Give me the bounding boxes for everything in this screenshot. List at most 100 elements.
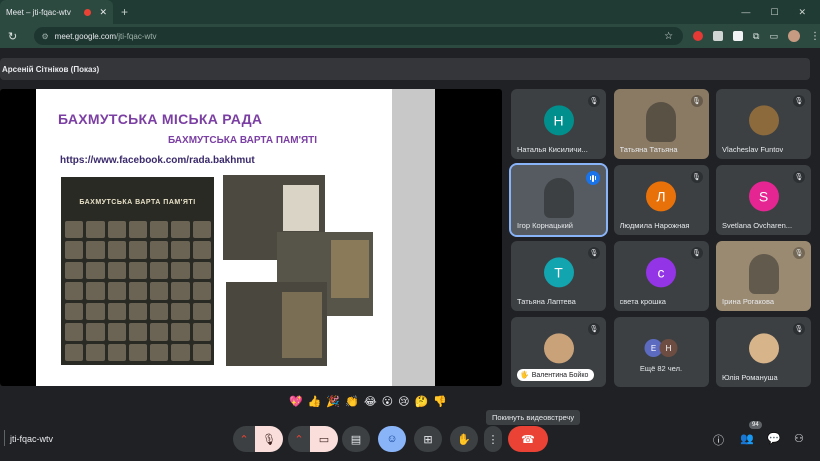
participant-name: Татьяна Лаптева [517, 297, 576, 306]
participant-tile[interactable]: Н 🎙 Наталья Кисиличи... [511, 89, 606, 159]
reaction-emoji[interactable]: 👎 [433, 395, 447, 408]
portrait-thumbnail [171, 221, 190, 239]
extension-icon[interactable] [693, 31, 704, 41]
participant-name: Ірина Рогакова [722, 297, 775, 306]
participant-tile[interactable]: S 🎙 Svetlana Ovcharen... [716, 165, 811, 235]
browser-menu-icon[interactable]: ⋮ [810, 31, 820, 42]
extension-icon[interactable] [713, 31, 724, 41]
leave-call-button[interactable]: ☎ [508, 426, 548, 452]
raise-hand-button[interactable]: ✋ [450, 426, 478, 452]
portrait-thumbnail [192, 343, 211, 361]
site-info-icon[interactable]: ⚙ [42, 32, 49, 41]
participant-tile[interactable]: E Н Ещё 82 чел. [613, 317, 709, 387]
reaction-emoji[interactable]: 👏 [345, 395, 359, 408]
portrait-thumbnail [171, 323, 190, 341]
reaction-emoji[interactable]: 😮 [382, 395, 393, 408]
sidepanel-icon[interactable]: ▭ [769, 31, 778, 42]
new-tab-icon[interactable]: + [121, 5, 128, 19]
participant-video-feed [646, 101, 676, 142]
participant-tile[interactable]: 🎙 Юлія Романуша [716, 317, 811, 387]
portrait-thumbnail [128, 221, 148, 239]
participant-avatar: Н [543, 105, 574, 136]
participant-name: Юлія Романуша [722, 373, 778, 382]
portrait-thumbnail [65, 323, 84, 341]
participant-tile[interactable]: с 🎙 света крошка [613, 241, 709, 311]
portrait-thumbnail [192, 261, 211, 280]
url-host: meet.google.com [54, 31, 117, 41]
recording-indicator-icon [84, 8, 92, 16]
chat-icon[interactable]: 💬 [767, 432, 781, 445]
portrait-thumbnail [150, 343, 169, 361]
participant-video-feed [543, 177, 574, 218]
participant-tile[interactable]: 🎙 Vlacheslav Funtov [716, 89, 811, 159]
reactions-button[interactable]: ☺ [378, 426, 406, 452]
participant-avatar: Т [543, 257, 574, 288]
portrait-thumbnail [107, 323, 126, 341]
minimize-icon[interactable]: — [741, 7, 750, 18]
reaction-emoji[interactable]: 😂 [364, 395, 377, 408]
extensions-puzzle-icon[interactable]: ⧉ [753, 31, 759, 42]
bookmark-star-icon[interactable]: ☆ [664, 31, 673, 42]
portrait-thumbnail [128, 302, 148, 321]
participant-tile[interactable]: Л 🎙 Людмила Нарожная [613, 165, 709, 235]
participant-avatar: Л [646, 181, 676, 212]
profile-avatar-icon[interactable] [788, 30, 800, 42]
portrait-thumbnail [107, 241, 126, 259]
reload-icon[interactable]: ↻ [8, 30, 26, 43]
address-bar-row: ↻ ⚙ meet.google.com /jti-fqac-wtv ☆ ⧉ ▭ … [0, 24, 820, 48]
participant-name: Ещё 82 чел. [639, 364, 683, 373]
poster-banner: БАХМУТСЬКА ВАРТА ПАМ'ЯТІ [79, 199, 196, 206]
portrait-thumbnail [128, 261, 148, 280]
portrait-thumbnail [192, 241, 211, 259]
audio-options-button[interactable]: ⌃ [233, 426, 255, 452]
close-tab-icon[interactable]: ✕ [99, 7, 107, 18]
participant-avatar: Н [659, 339, 678, 357]
emoji-icon: ☺ [386, 433, 398, 445]
portrait-thumbnail [171, 241, 190, 259]
shared-screen[interactable]: БАХМУТСЬКА МІСЬКА РАДА БАХМУТСЬКА ВАРТА … [0, 89, 502, 386]
present-screen-button[interactable]: ⊞ [414, 426, 442, 452]
video-options-button[interactable]: ⌃ [288, 426, 310, 452]
portrait-thumbnail [65, 302, 84, 321]
portrait-thumbnail [128, 343, 148, 361]
participant-photo-avatar [748, 105, 779, 136]
portrait-thumbnail [192, 302, 211, 321]
participants-count-badge: 94 [749, 421, 762, 429]
memorial-poster-image: БАХМУТСЬКА ВАРТА ПАМ'ЯТІ [61, 177, 214, 365]
window-controls: — ☐ ✕ [741, 7, 820, 18]
participant-name: Людмила Нарожная [619, 221, 690, 230]
portrait-thumbnail [86, 241, 105, 259]
reactions-bar: 💖 👍 🎉 👏 😂 😮 😢 🤔 👎 [289, 395, 447, 408]
extension-icon[interactable] [733, 31, 744, 41]
camera-toggle-button[interactable]: ▭ [310, 426, 338, 452]
reaction-emoji[interactable]: 🎉 [326, 395, 340, 408]
more-participants-avatars: EН [644, 339, 678, 357]
close-window-icon[interactable]: ✕ [798, 7, 806, 18]
maximize-icon[interactable]: ☐ [770, 7, 778, 18]
participant-tile[interactable]: 🎙 Ірина Рогакова [716, 241, 811, 311]
captions-button[interactable]: ▤ [342, 426, 370, 452]
browser-tab[interactable]: Meet – jti-fqac-wtv ✕ [0, 0, 113, 24]
reaction-emoji[interactable]: 🤔 [415, 395, 429, 408]
chevron-up-icon: ⌃ [294, 433, 304, 446]
microphone-toggle-button[interactable]: 🎙 [255, 426, 283, 452]
browser-tab-bar: Meet – jti-fqac-wtv ✕ + — ☐ ✕ [0, 0, 820, 24]
participant-name: Svetlana Ovcharen... [722, 221, 793, 230]
url-bar[interactable]: ⚙ meet.google.com /jti-fqac-wtv ☆ [33, 27, 684, 45]
captions-icon: ▤ [350, 433, 362, 446]
reaction-emoji[interactable]: 😢 [398, 395, 409, 408]
meeting-info-icon[interactable]: ⓘ [713, 432, 724, 448]
reaction-emoji[interactable]: 💖 [289, 395, 303, 408]
reaction-emoji[interactable]: 👍 [308, 395, 322, 408]
participant-tile[interactable]: 🎙 Татьяна Татьяна [613, 89, 709, 159]
hand-icon: ✋ [457, 433, 471, 446]
people-icon[interactable]: 👥 [740, 432, 754, 445]
mic-off-icon: 🎙 [793, 247, 805, 259]
memorial-card-image [226, 282, 327, 366]
participant-tile[interactable]: Ігор Корнацький [509, 163, 608, 237]
participant-tile[interactable]: Т 🎙 Татьяна Лаптева [511, 241, 606, 311]
more-options-button[interactable]: ⋮ [484, 426, 502, 452]
slide-title: БАХМУТСЬКА МІСЬКА РАДА [58, 111, 263, 127]
participant-tile[interactable]: 🎙 🖐 Валентина Бойко [511, 317, 606, 387]
activities-icon[interactable]: ⚇ [794, 432, 804, 445]
